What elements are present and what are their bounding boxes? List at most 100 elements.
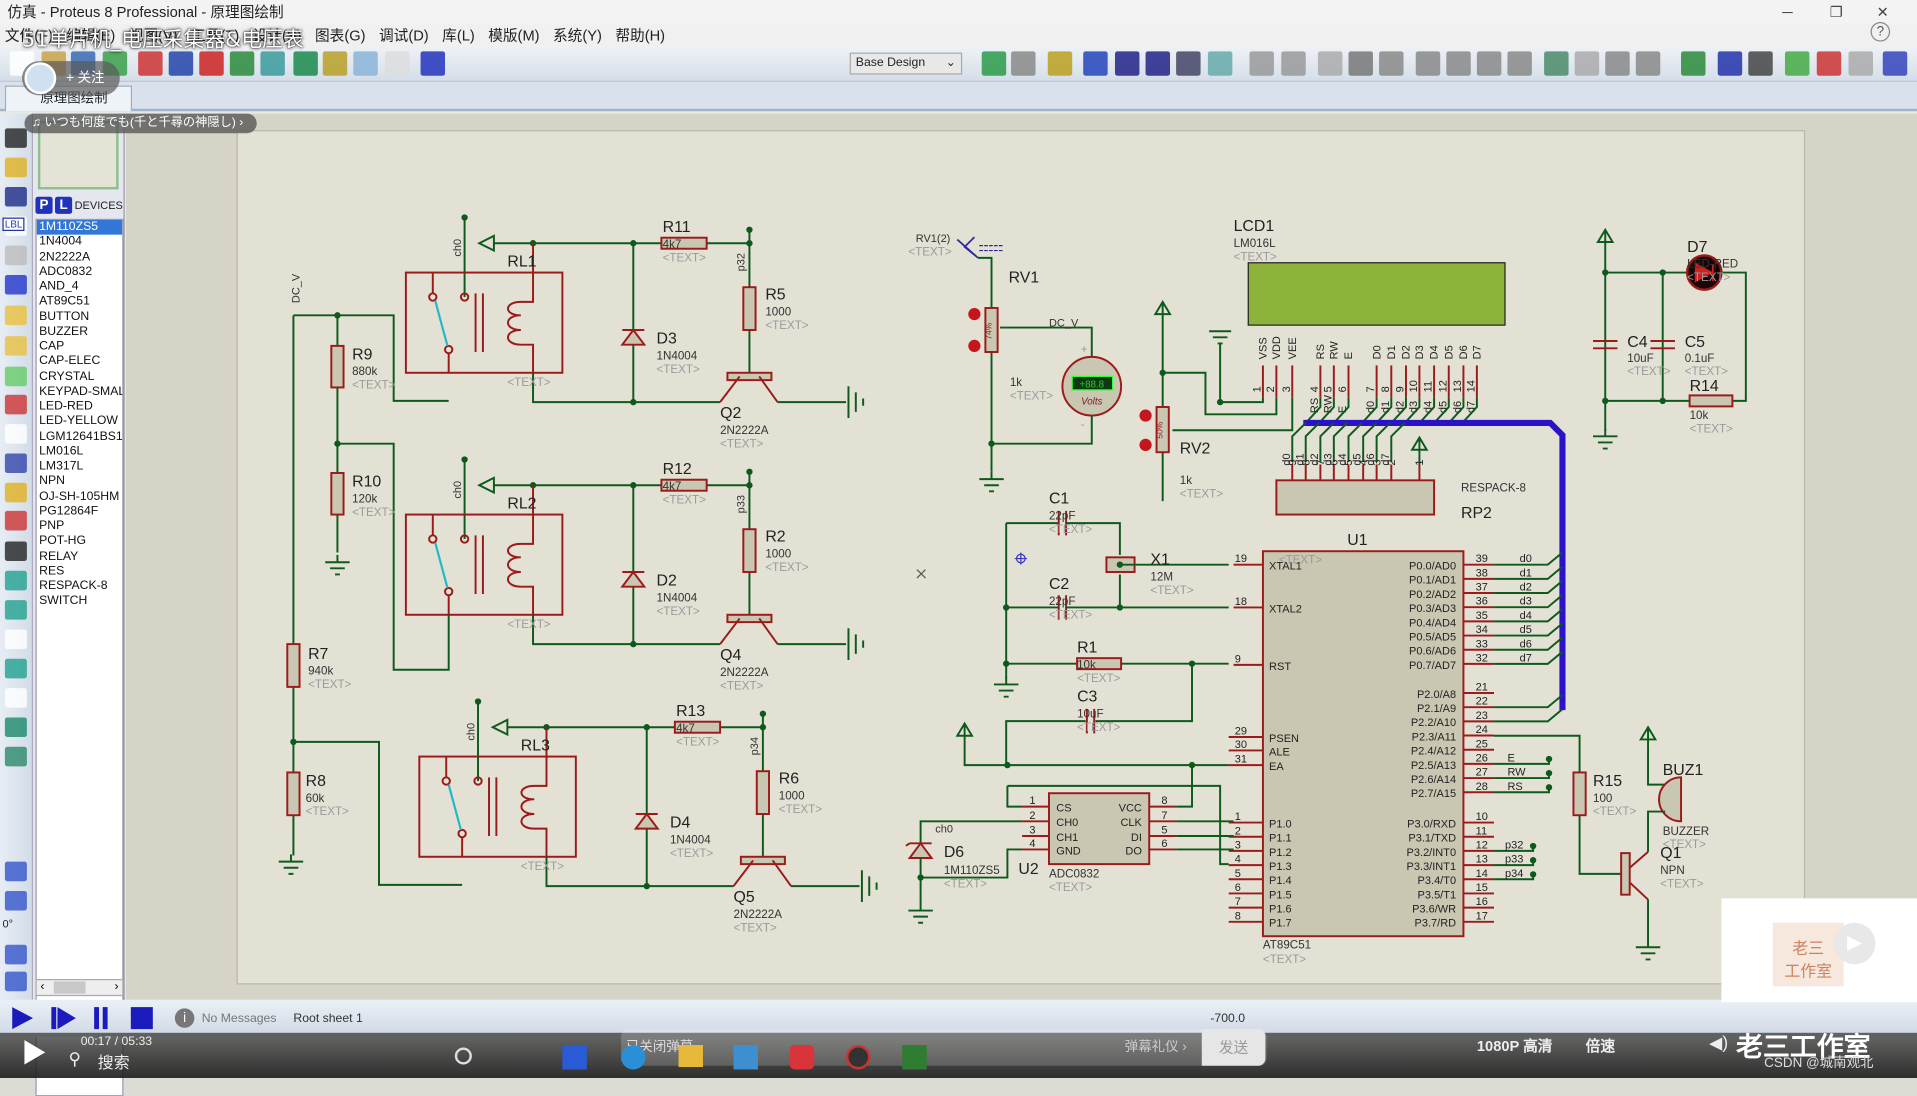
speed-button[interactable]: 倍速 xyxy=(1586,1035,1615,1056)
taskbar-folder-icon[interactable] xyxy=(678,1044,703,1067)
block-rotate-icon[interactable] xyxy=(1476,51,1502,76)
cortana-icon[interactable] xyxy=(454,1047,472,1065)
device-item[interactable]: CAP-ELEC xyxy=(37,355,123,370)
select-icon[interactable] xyxy=(4,128,27,148)
pot-adjust-button[interactable] xyxy=(1139,409,1152,422)
device-item[interactable]: SWITCH xyxy=(37,594,123,609)
decompose-icon[interactable] xyxy=(1635,51,1661,76)
play-simulation-icon[interactable] xyxy=(12,1007,34,1030)
component-icon[interactable] xyxy=(4,157,27,178)
help-icon[interactable]: ? xyxy=(1870,21,1891,42)
messages-status[interactable]: No Messages xyxy=(202,1012,277,1025)
device-item[interactable]: 1N4004 xyxy=(37,235,123,250)
generator-icon[interactable] xyxy=(4,453,27,473)
menu-item[interactable]: 帮助(H) xyxy=(615,24,665,46)
home-icon[interactable] xyxy=(138,51,163,76)
menu-item[interactable]: 系统(Y) xyxy=(553,24,602,46)
dollar-icon[interactable] xyxy=(322,51,348,76)
device-item[interactable]: LM016L xyxy=(37,445,123,460)
grid-icon[interactable] xyxy=(1011,51,1036,76)
menu-item[interactable]: 模版(M) xyxy=(488,24,539,46)
pot-adjust-button[interactable] xyxy=(968,339,981,352)
path-icon[interactable] xyxy=(4,658,27,679)
bus-icon[interactable] xyxy=(4,274,27,295)
device-list-scrollbar[interactable]: ‹ › xyxy=(35,978,124,997)
schematic-icon[interactable] xyxy=(168,51,194,76)
symbol-icon[interactable] xyxy=(4,717,27,737)
device-item[interactable]: BUTTON xyxy=(37,310,123,325)
property-tool-icon[interactable] xyxy=(1748,51,1773,76)
minimize-button[interactable]: ─ xyxy=(1765,0,1809,24)
rotate-cw-icon[interactable] xyxy=(4,861,27,882)
info-icon[interactable]: i xyxy=(174,1008,195,1028)
paste-icon[interactable] xyxy=(1379,51,1404,76)
step-simulation-icon[interactable] xyxy=(51,1007,57,1030)
device-item[interactable]: RELAY xyxy=(37,549,123,564)
stop-simulation-icon[interactable] xyxy=(130,1007,153,1030)
remove-sheet-icon[interactable] xyxy=(1816,51,1842,76)
device-item[interactable]: AT89C51 xyxy=(37,295,123,310)
close-button[interactable]: ✕ xyxy=(1861,0,1905,24)
quality-button[interactable]: 1080P 高清 xyxy=(1477,1035,1553,1056)
device-item[interactable]: CRYSTAL xyxy=(37,370,123,385)
device-item[interactable]: AND_4 xyxy=(37,280,123,295)
rotate-ccw-icon[interactable] xyxy=(4,890,27,911)
origin-icon[interactable] xyxy=(1047,51,1073,76)
tape-icon[interactable] xyxy=(4,424,27,444)
device-item[interactable]: PNP xyxy=(37,519,123,534)
wire-autorouter-icon[interactable] xyxy=(1681,51,1706,76)
text-script-icon[interactable] xyxy=(4,245,27,266)
mirror-x-icon[interactable] xyxy=(4,944,27,965)
zoom-area-icon[interactable] xyxy=(1207,51,1233,76)
avatar[interactable] xyxy=(24,62,57,95)
arc-icon[interactable] xyxy=(4,629,27,649)
mirror-y-icon[interactable] xyxy=(4,971,27,992)
device-item[interactable]: ADC0832 xyxy=(37,265,123,280)
vsm-icon[interactable] xyxy=(353,51,378,76)
device-item[interactable]: LED-YELLOW xyxy=(37,415,123,430)
device-item[interactable]: NPN xyxy=(37,475,123,490)
design-select[interactable]: Base Design ⌄ xyxy=(849,52,963,75)
terminal-icon[interactable] xyxy=(4,336,27,356)
pause-simulation-icon[interactable] xyxy=(94,1007,100,1030)
pcb-icon[interactable] xyxy=(199,51,224,76)
zoom-all-icon[interactable] xyxy=(1176,51,1201,76)
taskbar-edge-icon[interactable] xyxy=(621,1044,646,1070)
device-item[interactable]: KEYPAD-SMALL xyxy=(37,385,122,400)
cut-icon[interactable] xyxy=(1317,51,1343,76)
search-icon[interactable]: ⚲ xyxy=(68,1049,81,1070)
schematic-canvas[interactable]: ch0 p32 R11 4k7 <TEXT> R5 1000 <TEXT> D3 1N4004 <T… xyxy=(125,113,1917,1000)
pick-devices-button[interactable]: P xyxy=(35,196,53,214)
help-circle-icon[interactable] xyxy=(420,51,446,76)
schematic[interactable]: ch0p32R114k7<TEXT>R51000<TEXT>D31N4004<T… xyxy=(126,114,1917,1000)
menu-item[interactable]: 调试(D) xyxy=(379,24,429,46)
taskbar-app-icon[interactable] xyxy=(846,1044,871,1070)
device-item[interactable]: LM317L xyxy=(37,460,123,475)
graph-icon[interactable] xyxy=(4,394,27,415)
send-button[interactable]: 发送 xyxy=(1201,1029,1266,1066)
menu-item[interactable]: 库(L) xyxy=(442,24,475,46)
text-icon[interactable] xyxy=(4,688,27,708)
device-item[interactable]: RES xyxy=(37,564,123,579)
box-icon[interactable] xyxy=(4,570,27,591)
library-button[interactable]: L xyxy=(55,196,73,214)
taskbar-app-store-icon[interactable] xyxy=(562,1044,587,1070)
search-tag-icon[interactable] xyxy=(1717,51,1743,76)
probe-icon[interactable] xyxy=(4,482,27,503)
device-item[interactable]: 2N2222A xyxy=(37,250,123,265)
menu-item[interactable]: 图表(G) xyxy=(315,24,366,46)
netlist-icon[interactable] xyxy=(1882,51,1908,76)
make-device-icon[interactable] xyxy=(1574,51,1600,76)
device-item[interactable]: PG12864F xyxy=(37,504,123,519)
danmaku-etiquette-link[interactable]: 弹幕礼仪 › xyxy=(1125,1036,1187,1056)
block-move-icon[interactable] xyxy=(1446,51,1471,76)
marker-icon[interactable] xyxy=(4,746,27,767)
circle-icon[interactable] xyxy=(4,600,27,620)
block-copy-icon[interactable] xyxy=(1415,51,1441,76)
device-item[interactable]: RESPACK-8 xyxy=(37,579,123,594)
volume-icon[interactable]: ◀) xyxy=(1709,1033,1728,1054)
subcircuit-icon[interactable] xyxy=(4,305,27,326)
junction-icon[interactable] xyxy=(4,186,27,207)
bom-icon[interactable] xyxy=(293,51,318,76)
block-delete-icon[interactable] xyxy=(1507,51,1532,76)
